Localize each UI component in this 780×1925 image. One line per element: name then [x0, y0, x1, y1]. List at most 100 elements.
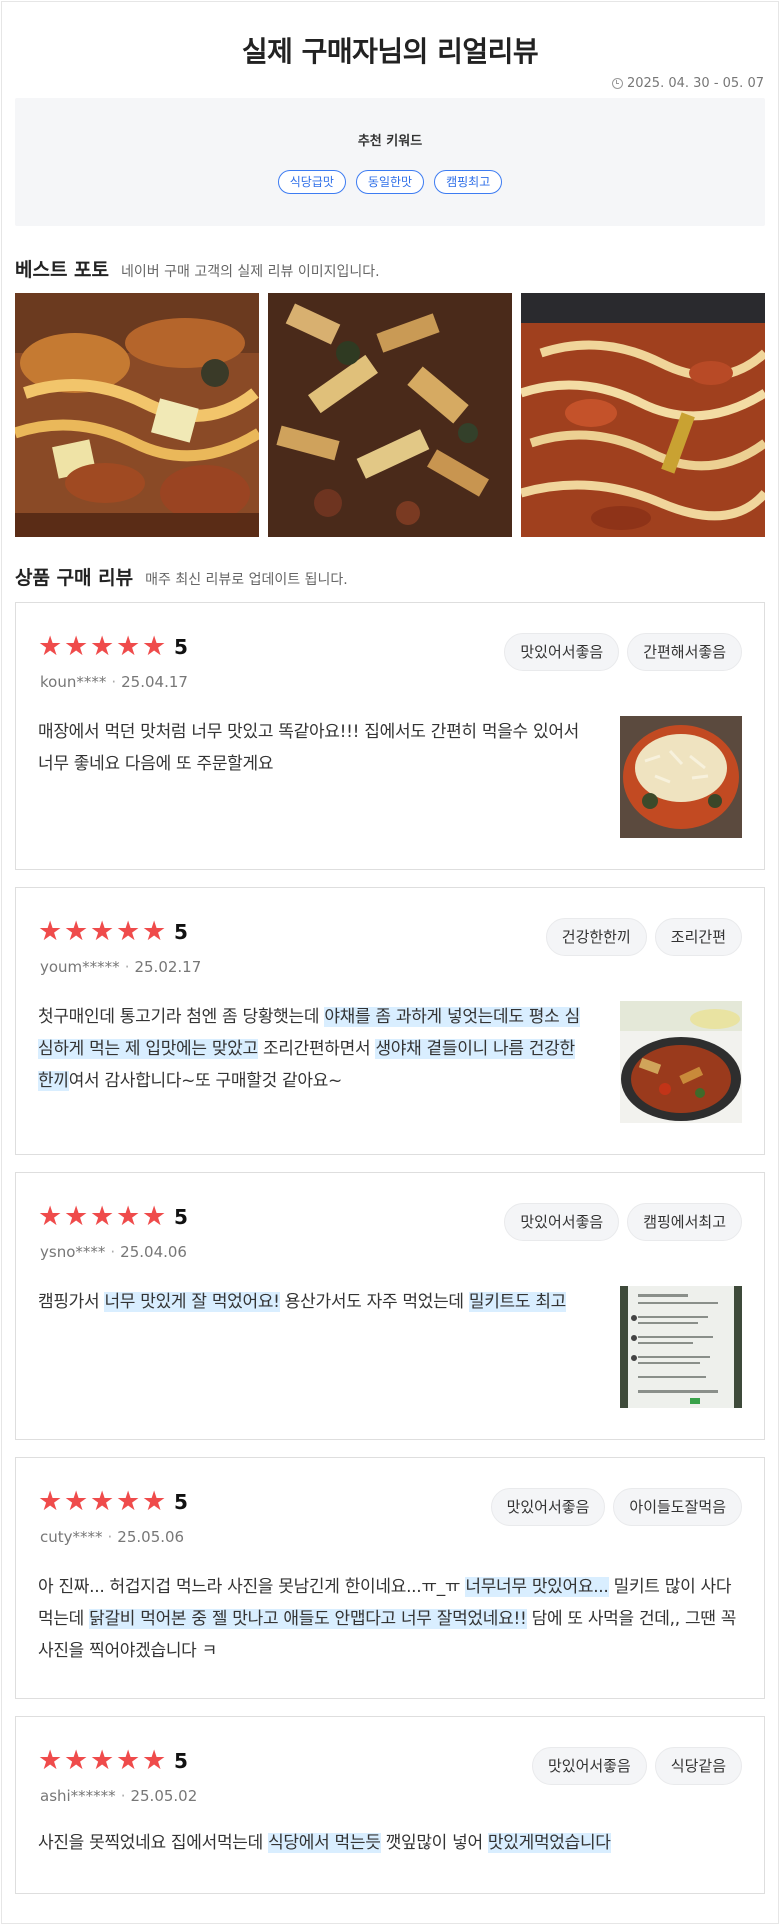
best-photo-1[interactable] — [15, 293, 259, 537]
separator-dot: · — [111, 673, 117, 691]
star-icon: ★ — [116, 1486, 141, 1517]
review-tag[interactable]: 맛있어서좋음 — [490, 1488, 606, 1526]
text-highlight: 밀키트도 최고 — [468, 1292, 567, 1312]
separator-dot: · — [110, 1243, 116, 1261]
review-photo[interactable] — [620, 1286, 742, 1408]
keywords-title: 추천 키워드 — [357, 134, 423, 149]
rating-value: 5 — [174, 1489, 188, 1514]
review-tag[interactable]: 맛있어서좋음 — [504, 1203, 620, 1241]
review-tag[interactable]: 아이들도잘먹음 — [613, 1488, 742, 1526]
text-segment: 매장에서 먹던 맛처럼 너무 맛있고 똑같아요!!! 집에서도 간편히 먹을수 … — [38, 722, 580, 774]
star-rating: ★ ★ ★ ★ ★ 5 — [38, 1488, 188, 1515]
keyword-list: 식당급맛 동일한맛 캠핑최고 — [15, 170, 765, 194]
best-photo-title: 베스트 포토 — [15, 259, 110, 281]
star-icon: ★ — [116, 1745, 141, 1776]
review-date: 25.05.06 — [117, 1528, 185, 1546]
review-card: ★ ★ ★ ★ ★ 5 koun**** · 25.04.17 맛있어서좋음 간편해서좋음 … — [15, 602, 765, 870]
rating-value: 5 — [174, 634, 188, 659]
text-segment: 여서 감사합니다~또 구매할것 같아요~ — [68, 1071, 343, 1091]
text-segment: 깻잎많이 넣어 — [380, 1833, 488, 1853]
review-tags: 맛있어서좋음 간편해서좋음 — [504, 633, 742, 671]
best-photo-3[interactable] — [521, 293, 765, 537]
text-highlight: 맛있게먹었습니다 — [487, 1833, 611, 1853]
text-segment: 첫구매인데 통고기라 첨엔 좀 당황햇는데 — [38, 1007, 325, 1027]
reviewer-id: cuty**** — [40, 1528, 103, 1546]
star-icon: ★ — [90, 1745, 115, 1776]
text-segment: 사진을 못찍었네요 집에서먹는데 — [38, 1833, 269, 1853]
review-tag[interactable]: 식당같음 — [654, 1747, 742, 1785]
reviewer-id: ysno**** — [40, 1243, 106, 1261]
text-segment: 조리간편하면서 — [257, 1039, 376, 1059]
star-rating: ★ ★ ★ ★ ★ 5 — [38, 918, 188, 945]
page-title: 실제 구매자님의 리얼리뷰 — [241, 35, 539, 68]
star-icon: ★ — [142, 1745, 167, 1776]
reviewer-id: ashi****** — [40, 1787, 116, 1805]
review-date: 25.04.17 — [121, 673, 188, 691]
review-tag[interactable]: 건강한한끼 — [545, 918, 647, 956]
clock-icon — [611, 78, 623, 89]
text-segment: 용산가서도 자주 먹었는데 — [279, 1292, 469, 1312]
text-highlight: 너무 맛있게 잘 먹었어요! — [104, 1292, 280, 1312]
text-highlight: 너무너무 맛있어요... — [465, 1577, 609, 1597]
review-text: 사진을 못찍었네요 집에서먹는데 식당에서 먹는듯 깻잎많이 넣어 맛있게먹었습… — [38, 1827, 744, 1859]
review-text: 아 진짜... 허겁지겁 먹느라 사진을 못남긴게 한이네요...ㅠ_ㅠ 너무너… — [38, 1571, 744, 1667]
review-tag[interactable]: 조리간편 — [654, 918, 742, 956]
period-text: 2025. 04. 30 - 05. 07 — [626, 76, 764, 91]
review-text: 캠핑가서 너무 맛있게 잘 먹었어요! 용산가서도 자주 먹었는데 밀키트도 최… — [38, 1286, 583, 1318]
star-icon: ★ — [90, 631, 115, 662]
review-tags: 맛있어서좋음 캠핑에서최고 — [504, 1203, 742, 1241]
review-tag[interactable]: 간편해서좋음 — [627, 633, 742, 671]
rating-value: 5 — [174, 1748, 188, 1773]
text-segment: 캠핑가서 — [38, 1292, 105, 1312]
review-card: ★ ★ ★ ★ ★ 5 ashi****** · 25.05.02 맛있어서좋음 식당같음 … — [15, 1716, 765, 1894]
review-tags: 맛있어서좋음 식당같음 — [531, 1747, 742, 1785]
star-icon: ★ — [64, 916, 89, 947]
review-photo[interactable] — [620, 716, 742, 838]
review-text: 첫구매인데 통고기라 첨엔 좀 당황햇는데 야채를 좀 과하게 넣엇는데도 평소… — [38, 1001, 583, 1097]
reviews-header: 상품 구매 리뷰 매주 최신 리뷰로 업데이트 됩니다. — [15, 563, 348, 590]
keyword-chip[interactable]: 동일한맛 — [355, 170, 425, 194]
review-meta: ashi****** · 25.05.02 — [40, 1787, 197, 1805]
review-tag[interactable]: 맛있어서좋음 — [531, 1747, 647, 1785]
review-meta: koun**** · 25.04.17 — [40, 673, 188, 691]
star-icon: ★ — [116, 916, 141, 947]
star-icon: ★ — [142, 1201, 167, 1232]
keyword-chip[interactable]: 식당급맛 — [277, 170, 346, 194]
review-period: 2025. 04. 30 - 05. 07 — [611, 76, 764, 91]
star-icon: ★ — [38, 916, 63, 947]
star-icon: ★ — [142, 631, 167, 662]
separator-dot: · — [124, 958, 130, 976]
best-photo-2[interactable] — [268, 293, 512, 537]
review-tags: 건강한한끼 조리간편 — [545, 918, 742, 956]
review-card: ★ ★ ★ ★ ★ 5 ysno**** · 25.04.06 맛있어서좋음 캠핑에서최고 … — [15, 1172, 765, 1440]
review-tags: 맛있어서좋음 아이들도잘먹음 — [490, 1488, 742, 1526]
star-icon: ★ — [64, 1745, 89, 1776]
best-photo-subtitle: 네이버 구매 고객의 실제 리뷰 이미지입니다. — [121, 264, 380, 280]
text-highlight: 닭갈비 먹어본 중 젤 맛나고 애들도 안맵다고 너무 잘먹었네요!! — [89, 1609, 527, 1629]
review-card: ★ ★ ★ ★ ★ 5 cuty**** · 25.05.06 맛있어서좋음 아이들도잘먹음… — [15, 1457, 765, 1699]
review-date: 25.04.06 — [120, 1243, 187, 1261]
star-icon: ★ — [90, 1201, 115, 1232]
star-icon: ★ — [90, 1486, 115, 1517]
review-tag[interactable]: 맛있어서좋음 — [504, 633, 620, 671]
reviewer-id: koun**** — [40, 673, 107, 691]
star-icon: ★ — [38, 1745, 63, 1776]
star-icon: ★ — [38, 1201, 63, 1232]
reviewer-id: youm***** — [40, 958, 120, 976]
separator-dot: · — [120, 1787, 126, 1805]
review-meta: cuty**** · 25.05.06 — [40, 1528, 184, 1546]
star-icon: ★ — [64, 1486, 89, 1517]
star-icon: ★ — [142, 1486, 167, 1517]
star-icon: ★ — [38, 631, 63, 662]
star-icon: ★ — [116, 1201, 141, 1232]
rating-value: 5 — [174, 919, 188, 944]
star-icon: ★ — [38, 1486, 63, 1517]
review-photo[interactable] — [620, 1001, 742, 1123]
review-meta: ysno**** · 25.04.06 — [40, 1243, 187, 1261]
review-meta: youm***** · 25.02.17 — [40, 958, 201, 976]
review-date: 25.05.02 — [130, 1787, 198, 1805]
keyword-chip[interactable]: 캠핑최고 — [434, 170, 503, 194]
star-icon: ★ — [90, 916, 115, 947]
best-photo-header: 베스트 포토 네이버 구매 고객의 실제 리뷰 이미지입니다. — [15, 255, 380, 282]
review-tag[interactable]: 캠핑에서최고 — [627, 1203, 742, 1241]
